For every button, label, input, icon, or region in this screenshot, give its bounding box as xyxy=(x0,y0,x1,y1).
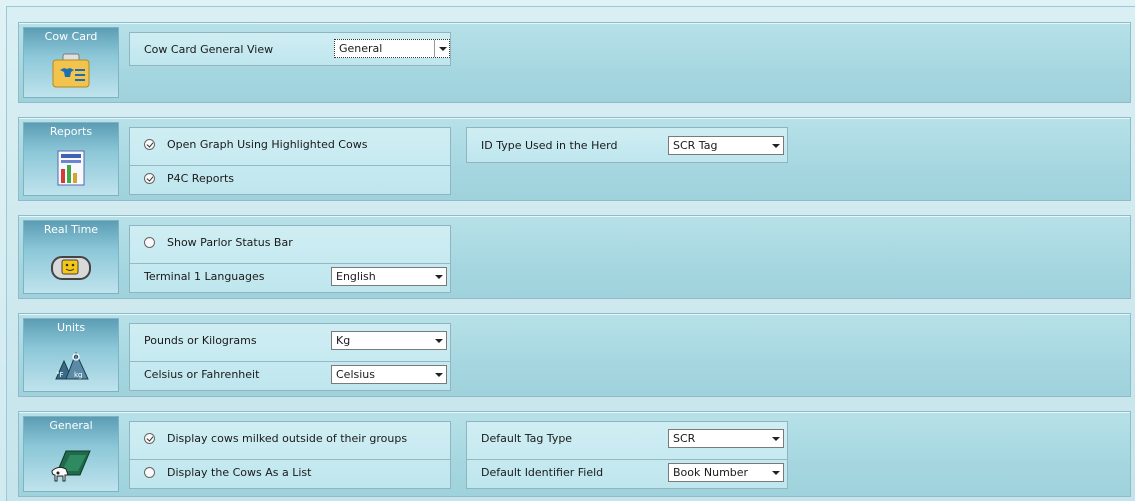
chevron-down-icon[interactable] xyxy=(768,464,783,481)
default-identifier-label: Default Identifier Field xyxy=(481,465,604,479)
open-graph-label: Open Graph Using Highlighted Cows xyxy=(167,138,368,151)
cows-as-list-checkbox[interactable] xyxy=(144,466,155,478)
panel-reports-id-type: ID Type Used in the Herd SCR Tag xyxy=(466,127,788,163)
parlor-status-label: Show Parlor Status Bar xyxy=(167,236,293,249)
chevron-down-icon[interactable] xyxy=(434,40,449,57)
dropdown-value: Book Number xyxy=(673,466,749,479)
cow-card-icon xyxy=(52,53,90,88)
dropdown-value: English xyxy=(336,270,376,283)
terminal-languages-dropdown[interactable]: English xyxy=(331,267,447,286)
cow-general-icon xyxy=(51,450,91,482)
cow-card-general-view-label: Cow Card General View xyxy=(144,43,274,56)
weight-units-label: Pounds or Kilograms xyxy=(144,334,257,347)
section-header-real-time: Real Time xyxy=(23,220,119,294)
section-title: Reports xyxy=(49,125,93,138)
dropdown-value: Celsius xyxy=(336,368,375,381)
panel-real-time: Show Parlor Status Bar Terminal 1 Langua… xyxy=(129,225,451,293)
temperature-units-dropdown[interactable]: Celsius xyxy=(331,365,447,384)
section-units: Units °F kg Pounds or Kilograms Kg Celsi… xyxy=(18,313,1131,397)
dropdown-value: SCR Tag xyxy=(673,139,718,152)
chevron-down-icon[interactable] xyxy=(431,268,446,285)
panel-general-options: Display cows milked outside of their gro… xyxy=(129,421,451,489)
svg-text:°F: °F xyxy=(56,371,64,379)
temperature-units-label: Celsius or Fahrenheit xyxy=(144,367,260,381)
parlor-status-checkbox[interactable] xyxy=(144,237,155,248)
outside-groups-checkbox[interactable] xyxy=(144,433,155,444)
row-parlor-status[interactable]: Show Parlor Status Bar xyxy=(130,230,450,255)
section-title: Units xyxy=(56,321,86,334)
panel-reports-options: Open Graph Using Highlighted Cows P4C Re… xyxy=(129,127,451,195)
panel-general-tags: Default Tag Type SCR Default Identifier … xyxy=(466,421,788,489)
section-general: General Display cows milked outside of t… xyxy=(18,411,1131,497)
units-weights-icon: °F kg xyxy=(55,351,89,380)
dropdown-value: SCR xyxy=(673,432,696,445)
id-type-dropdown[interactable]: SCR Tag xyxy=(668,136,784,155)
cow-card-general-view-dropdown[interactable]: General xyxy=(334,39,450,58)
chevron-down-icon[interactable] xyxy=(768,137,783,154)
cows-as-list-label: Display the Cows As a List xyxy=(167,465,312,479)
report-chart-icon xyxy=(57,150,85,186)
section-header-reports: Reports xyxy=(23,122,119,196)
default-identifier-dropdown[interactable]: Book Number xyxy=(668,463,784,482)
row-cows-as-list[interactable]: Display the Cows As a List xyxy=(130,459,450,484)
section-cow-card: Cow Card Cow Card General View General xyxy=(18,22,1131,103)
panel-cow-card: Cow Card General View General xyxy=(129,32,451,66)
p4c-reports-checkbox[interactable] xyxy=(144,172,155,184)
dropdown-value: General xyxy=(339,42,383,55)
panel-units: Pounds or Kilograms Kg Celsius or Fahren… xyxy=(129,323,451,391)
section-title: Cow Card xyxy=(44,30,98,43)
default-tag-type-dropdown[interactable]: SCR xyxy=(668,429,784,448)
default-tag-type-label: Default Tag Type xyxy=(481,432,573,445)
section-title: Real Time xyxy=(43,223,99,236)
terminal-languages-label: Terminal 1 Languages xyxy=(144,269,265,283)
row-p4c-reports[interactable]: P4C Reports xyxy=(130,165,450,190)
row-outside-groups[interactable]: Display cows milked outside of their gro… xyxy=(130,426,450,451)
section-real-time: Real Time Show Parlor Status Bar Termina… xyxy=(18,215,1131,299)
dropdown-value: Kg xyxy=(336,334,351,347)
p4c-reports-label: P4C Reports xyxy=(167,171,235,185)
chevron-down-icon[interactable] xyxy=(431,366,446,383)
weight-units-dropdown[interactable]: Kg xyxy=(331,331,447,350)
terminal-icon xyxy=(51,256,91,280)
outside-groups-label: Display cows milked outside of their gro… xyxy=(167,432,408,445)
section-header-units: Units °F kg xyxy=(23,318,119,392)
chevron-down-icon[interactable] xyxy=(431,332,446,349)
section-reports: Reports Open Graph Using Highlighted Cow… xyxy=(18,117,1131,201)
svg-text:kg: kg xyxy=(74,371,83,379)
open-graph-checkbox[interactable] xyxy=(144,139,155,150)
chevron-down-icon[interactable] xyxy=(768,430,783,447)
row-open-graph[interactable]: Open Graph Using Highlighted Cows xyxy=(130,132,450,157)
section-header-general: General xyxy=(23,416,119,492)
section-header-cow-card: Cow Card xyxy=(23,27,119,98)
id-type-label: ID Type Used in the Herd xyxy=(481,139,618,152)
section-title: General xyxy=(49,419,93,432)
